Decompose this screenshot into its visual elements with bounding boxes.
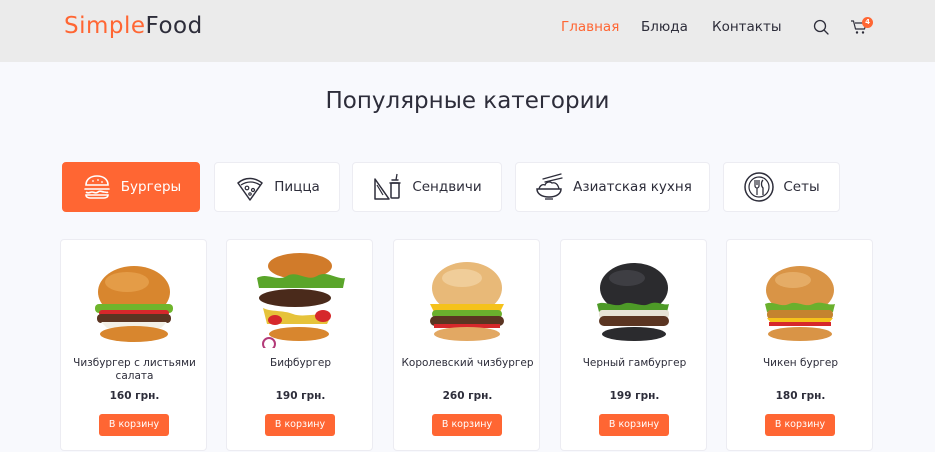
product-name: Бифбургер [269, 357, 331, 369]
product-price: 260 грн. [442, 390, 493, 402]
category-label: Азиатская кухня [573, 179, 692, 195]
burger-image [765, 266, 835, 341]
sandwich-icon [374, 173, 402, 200]
asian-food-icon [536, 173, 563, 200]
burger-image [430, 262, 504, 341]
add-to-cart-button[interactable]: В корзину [99, 414, 169, 436]
product-card[interactable]: Чикен бургер 180 грн. В корзину [726, 239, 873, 451]
product-name: Чизбургер с листьями салата [73, 357, 196, 382]
category-label: Сендвичи [412, 179, 482, 195]
plate-cutlery-icon [744, 172, 775, 202]
burger-image [257, 253, 345, 348]
nav-link-contacts[interactable]: Контакты [712, 19, 781, 35]
logo[interactable]: SimpleFood [64, 13, 203, 39]
product-card[interactable]: Королевский чизбургер 260 грн. В корзину [393, 239, 540, 451]
nav-link-dishes[interactable]: Блюда [641, 19, 688, 35]
add-to-cart-button[interactable]: В корзину [765, 414, 835, 436]
product-card[interactable]: Бифбургер 190 грн. В корзину [226, 239, 373, 451]
cart-count-badge: 4 [862, 17, 873, 28]
logo-part-simple: Simple [64, 13, 146, 39]
product-card[interactable]: Черный гамбургер 199 грн. В корзину [560, 239, 707, 451]
pizza-icon [237, 177, 263, 201]
site-header: SimpleFood Главная Блюда Контакты 4 [0, 0, 935, 62]
search-icon[interactable] [812, 18, 830, 36]
page-title: Популярные категории [325, 88, 610, 114]
nav-link-home[interactable]: Главная [561, 19, 619, 35]
product-name: Черный гамбургер [582, 357, 687, 369]
category-tab-sets[interactable]: Сеты [723, 162, 840, 212]
burger-image [597, 263, 669, 341]
add-to-cart-button[interactable]: В корзину [265, 414, 335, 436]
category-label: Сеты [783, 179, 820, 195]
category-tab-asian-cuisine[interactable]: Азиатская кухня [515, 162, 710, 212]
category-tab-pizza[interactable]: Пицца [214, 162, 340, 212]
product-name: Чикен бургер [762, 357, 839, 369]
product-price: 190 грн. [275, 390, 326, 402]
logo-part-food: Food [145, 13, 203, 39]
category-label: Бургеры [120, 179, 182, 195]
product-price: 180 грн. [775, 390, 826, 402]
category-tab-burgers[interactable]: Бургеры [62, 162, 200, 212]
burger-icon [83, 175, 110, 199]
category-label: Пицца [274, 179, 320, 195]
category-tab-sandwiches[interactable]: Сендвичи [352, 162, 502, 212]
product-price: 160 грн. [109, 390, 160, 402]
product-name: Королевский чизбургер [401, 357, 534, 369]
add-to-cart-button[interactable]: В корзину [599, 414, 669, 436]
product-price: 199 грн. [609, 390, 660, 402]
add-to-cart-button[interactable]: В корзину [432, 414, 502, 436]
product-card[interactable]: Чизбургер с листьями салата 160 грн. В к… [60, 239, 207, 451]
burger-image [95, 266, 173, 342]
